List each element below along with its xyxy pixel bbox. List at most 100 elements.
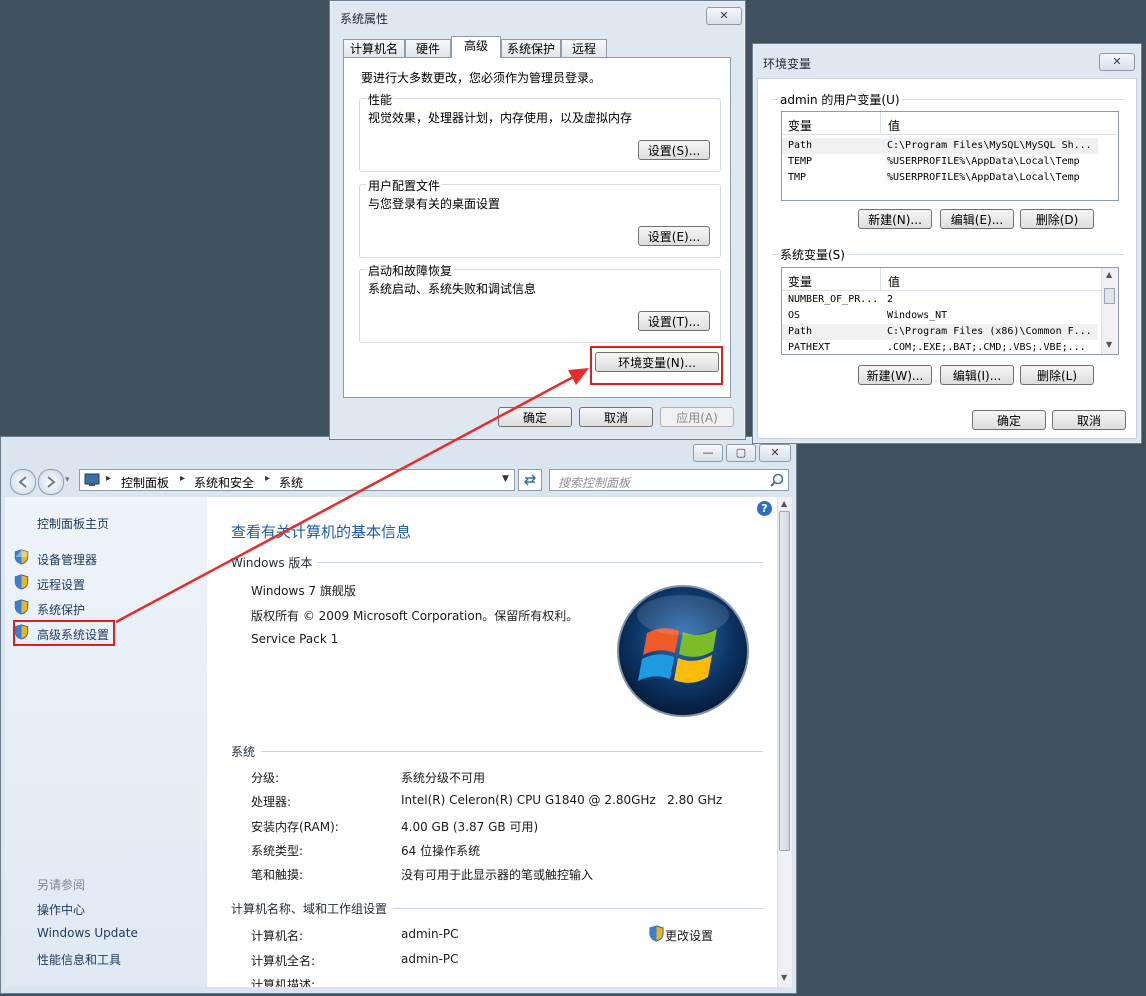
user-edit-button[interactable]: 编辑(E)... <box>940 209 1014 229</box>
breadcrumb-system[interactable]: 系统 <box>279 474 303 491</box>
back-arrow-icon <box>18 476 27 488</box>
user-new-button[interactable]: 新建(N)... <box>858 209 932 229</box>
copyright-text: 版权所有 © 2009 Microsoft Corporation。保留所有权利… <box>251 609 579 623</box>
list-item[interactable]: PATHEXT .COM;.EXE;.BAT;.CMD;.VBS;.VBE;... <box>782 340 1098 354</box>
sidebar-item-remote-settings[interactable]: 远程设置 <box>37 576 85 593</box>
page-title: 查看有关计算机的基本信息 <box>231 523 412 541</box>
startup-recovery-desc: 系统启动、系统失败和调试信息 <box>368 282 537 296</box>
list-item[interactable]: OS Windows_NT <box>782 308 1098 324</box>
spec-label: 安装内存(RAM): <box>251 820 339 834</box>
scroll-thumb[interactable] <box>1104 288 1115 304</box>
user-delete-button[interactable]: 删除(D) <box>1020 209 1094 229</box>
search-input[interactable]: 搜索控制面板 <box>558 474 630 491</box>
spec-label: 笔和触摸: <box>251 868 304 882</box>
advanced-tab-panel: 要进行大多数更改，您必须作为管理员登录。 性能 视觉效果，处理器计划，内存使用，… <box>343 57 731 398</box>
uac-shield-icon <box>649 925 664 942</box>
sidebar-link-performance-tools[interactable]: 性能信息和工具 <box>37 951 121 968</box>
performance-group: 性能 视觉效果，处理器计划，内存使用，以及虚拟内存 设置(S)... <box>359 91 721 172</box>
ok-button[interactable]: 确定 <box>972 410 1046 430</box>
column-header-variable[interactable]: 变量 <box>788 117 812 134</box>
recent-pages-chevron-icon[interactable]: ▾ <box>65 475 70 485</box>
minimize-button[interactable]: — <box>693 444 723 462</box>
cancel-button[interactable]: 取消 <box>1052 410 1126 430</box>
column-header-value[interactable]: 值 <box>888 117 900 134</box>
spec-label: 处理器: <box>251 795 292 809</box>
system-list-scrollbar[interactable]: ▲ ▼ <box>1101 268 1118 354</box>
list-header: 变量 值 <box>782 112 1118 135</box>
list-item[interactable]: Path C:\Program Files (x86)\Common F... <box>782 324 1098 340</box>
tab-remote[interactable]: 远程 <box>561 39 607 58</box>
list-item[interactable]: TEMP %USERPROFILE%\AppData\Local\Temp <box>782 154 1098 170</box>
list-item[interactable]: NUMBER_OF_PR... 2 <box>782 292 1098 308</box>
system-delete-button[interactable]: 删除(L) <box>1020 365 1094 385</box>
system-window: — ▢ ✕ ▾ ▸ 控制面板 ▸ 系统和安全 ▸ 系统 ▼ 搜索控制面板 控制面… <box>0 436 797 994</box>
user-variables-list[interactable]: 变量 值 Path C:\Program Files\MySQL\MySQL Sh… <box>781 111 1119 201</box>
change-settings-link[interactable]: 更改设置 <box>665 927 713 944</box>
system-properties-dialog: 系统属性 ✕ 计算机名 硬件 高级 系统保护 远程 要进行大多数更改，您必须作为… <box>329 0 746 440</box>
rating-link[interactable]: 系统分级不可用 <box>401 769 485 786</box>
sidebar-item-device-manager[interactable]: 设备管理器 <box>37 551 97 568</box>
address-dropdown-icon[interactable]: ▼ <box>502 474 509 484</box>
startup-recovery-settings-button[interactable]: 设置(T)... <box>638 311 710 331</box>
edition-section-header: Windows 版本 <box>231 556 313 570</box>
user-variables-label: admin 的用户变量(U) <box>778 91 902 108</box>
breadcrumb-control-panel[interactable]: 控制面板 <box>121 474 169 491</box>
maximize-button[interactable]: ▢ <box>726 444 756 462</box>
help-button[interactable]: ? <box>757 501 772 516</box>
sidebar-home-link[interactable]: 控制面板主页 <box>37 515 109 532</box>
uac-shield-icon <box>14 599 29 615</box>
search-icon <box>770 473 784 487</box>
breadcrumb-system-security[interactable]: 系统和安全 <box>194 474 254 491</box>
cancel-button[interactable]: 取消 <box>579 407 653 427</box>
env-body: admin 的用户变量(U) 变量 值 Path C:\Program Files… <box>757 78 1137 439</box>
spec-value: admin-PC <box>401 927 459 941</box>
spec-label: 计算机名: <box>251 929 304 943</box>
back-button[interactable] <box>10 469 36 495</box>
spec-label: 系统类型: <box>251 844 304 858</box>
service-pack: Service Pack 1 <box>251 632 339 646</box>
user-profiles-group: 用户配置文件 与您登录有关的桌面设置 设置(E)... <box>359 177 721 258</box>
close-button[interactable]: ✕ <box>1099 53 1135 71</box>
list-item[interactable]: Path C:\Program Files\MySQL\MySQL Sh... <box>782 138 1098 154</box>
list-item[interactable]: TMP %USERPROFILE%\AppData\Local\Temp <box>782 170 1098 186</box>
startup-recovery-label: 启动和故障恢复 <box>366 262 455 279</box>
forward-arrow-icon <box>47 476 56 488</box>
tab-computer-name[interactable]: 计算机名 <box>343 39 405 58</box>
performance-settings-button[interactable]: 设置(S)... <box>638 140 710 160</box>
close-button[interactable]: ✕ <box>759 444 791 462</box>
system-new-button[interactable]: 新建(W)... <box>858 365 932 385</box>
performance-desc: 视觉效果，处理器计划，内存使用，以及虚拟内存 <box>368 111 633 125</box>
sidebar-link-action-center[interactable]: 操作中心 <box>37 901 85 918</box>
vertical-scrollbar[interactable]: ▲ ▼ <box>777 497 792 987</box>
user-profiles-settings-button[interactable]: 设置(E)... <box>638 226 710 246</box>
windows-logo <box>617 585 749 717</box>
sidebar-item-system-protection[interactable]: 系统保护 <box>37 601 85 618</box>
system-variables-label: 系统变量(S) <box>778 246 847 263</box>
ok-button[interactable]: 确定 <box>498 407 572 427</box>
system-edit-button[interactable]: 编辑(I)... <box>940 365 1014 385</box>
see-also-label: 另请参阅 <box>37 878 86 892</box>
control-panel-icon <box>84 473 100 486</box>
spec-value: Intel(R) Celeron(R) CPU G1840 @ 2.80GHz … <box>401 793 723 807</box>
scroll-thumb[interactable] <box>779 511 790 851</box>
sidebar: 控制面板主页 设备管理器 远程设置 系统保护 高级系统设置 另请参阅 操作中心 … <box>5 497 207 987</box>
tab-advanced[interactable]: 高级 <box>451 36 501 58</box>
forward-button[interactable] <box>38 469 64 495</box>
sidebar-link-windows-update[interactable]: Windows Update <box>37 926 138 940</box>
system-variables-list[interactable]: 变量 值 NUMBER_OF_PR... 2 OS Windows_NT Path C… <box>781 267 1119 355</box>
column-header-variable[interactable]: 变量 <box>788 273 812 290</box>
spec-value: 没有可用于此显示器的笔或触控输入 <box>401 868 594 882</box>
spec-value: 64 位操作系统 <box>401 844 481 858</box>
tab-hardware[interactable]: 硬件 <box>405 39 451 58</box>
close-button[interactable]: ✕ <box>706 7 742 25</box>
dialog-title: 环境变量 <box>763 57 812 71</box>
search-box[interactable]: 搜索控制面板 <box>549 469 789 491</box>
column-header-value[interactable]: 值 <box>888 273 900 290</box>
refresh-button[interactable] <box>518 469 542 491</box>
dialog-title: 系统属性 <box>340 12 389 26</box>
apply-button[interactable]: 应用(A) <box>660 407 734 427</box>
environment-variables-dialog: 环境变量 ✕ admin 的用户变量(U) 变量 值 Path C:\Progra… <box>752 43 1142 444</box>
tab-system-protection[interactable]: 系统保护 <box>501 39 561 58</box>
computer-section-header: 计算机名称、域和工作组设置 <box>231 902 388 916</box>
address-bar[interactable]: ▸ 控制面板 ▸ 系统和安全 ▸ 系统 ▼ <box>79 469 515 491</box>
